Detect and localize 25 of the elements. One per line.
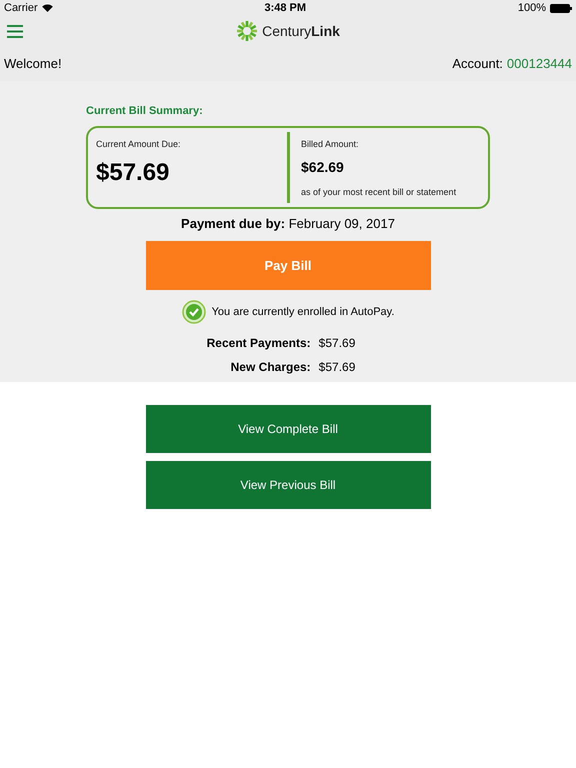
logo-icon (236, 20, 258, 42)
brand-logo: CenturyLink (262, 22, 340, 41)
wifi-icon (42, 4, 53, 12)
total-label: New Charges: (230, 359, 311, 376)
battery-icon (550, 4, 572, 12)
clock: 3:48 PM (264, 0, 306, 16)
account-label: Account: (452, 54, 503, 73)
billed-amount: $62.69 (301, 158, 344, 177)
total-label: Recent Payments: (206, 335, 311, 352)
current-amount-label: Current Amount Due: (96, 138, 181, 150)
current-amount: $57.69 (96, 158, 170, 188)
autopay-text: You are currently enrolled in AutoPay. (212, 304, 394, 320)
account-number: 000123444 (506, 54, 572, 73)
battery-percent: 100% (518, 0, 546, 16)
total-value: $57.69 (318, 359, 356, 376)
bill-button[interactable]: View Previous Bill (146, 461, 430, 509)
menu-icon[interactable] (7, 25, 23, 38)
total-value: $57.69 (318, 335, 356, 352)
bill-button[interactable]: View Complete Bill (146, 405, 430, 453)
payment-due-text: Payment due by: February 09, 2017 (181, 214, 395, 233)
welcome-text: Welcome! (4, 54, 62, 73)
carrier-label: Carrier (4, 0, 38, 16)
billed-amount-label: Billed Amount: (301, 138, 359, 150)
billed-note: as of your most recent bill or statement (301, 186, 456, 199)
summary-title: Current Bill Summary: (86, 104, 204, 119)
